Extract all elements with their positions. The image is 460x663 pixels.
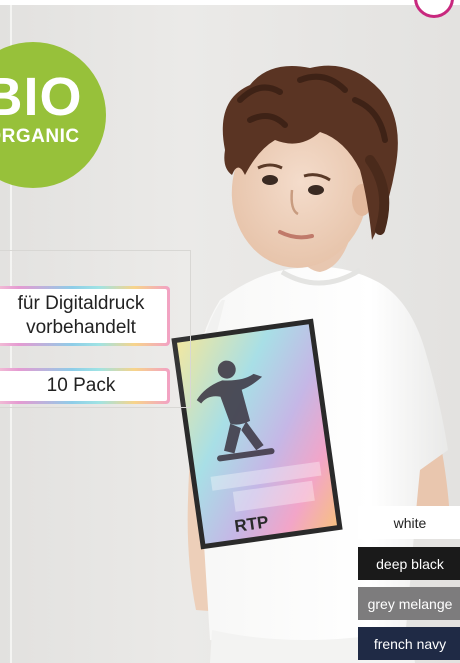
product-image: RTP BIO ORGANIC für Digitaldruck vorbeha…: [0, 0, 460, 663]
badge-organic-text: ORGANIC: [0, 126, 80, 147]
color-swatch-french-navy[interactable]: french navy: [358, 627, 460, 660]
pack-size-text: 10 Pack: [0, 371, 167, 401]
color-swatch-deep-black[interactable]: deep black: [358, 547, 460, 580]
digital-label-line2: vorbehandelt: [26, 317, 136, 338]
color-swatch-white[interactable]: white: [358, 506, 460, 539]
pack-size-label: 10 Pack: [0, 368, 170, 404]
digital-label-line1: für Digitaldruck: [17, 293, 145, 314]
digital-print-label: für Digitaldruck vorbehandelt: [0, 286, 170, 346]
badge-bio-text: BIO: [0, 67, 83, 127]
color-swatch-grey-melange[interactable]: grey melange: [358, 587, 460, 620]
